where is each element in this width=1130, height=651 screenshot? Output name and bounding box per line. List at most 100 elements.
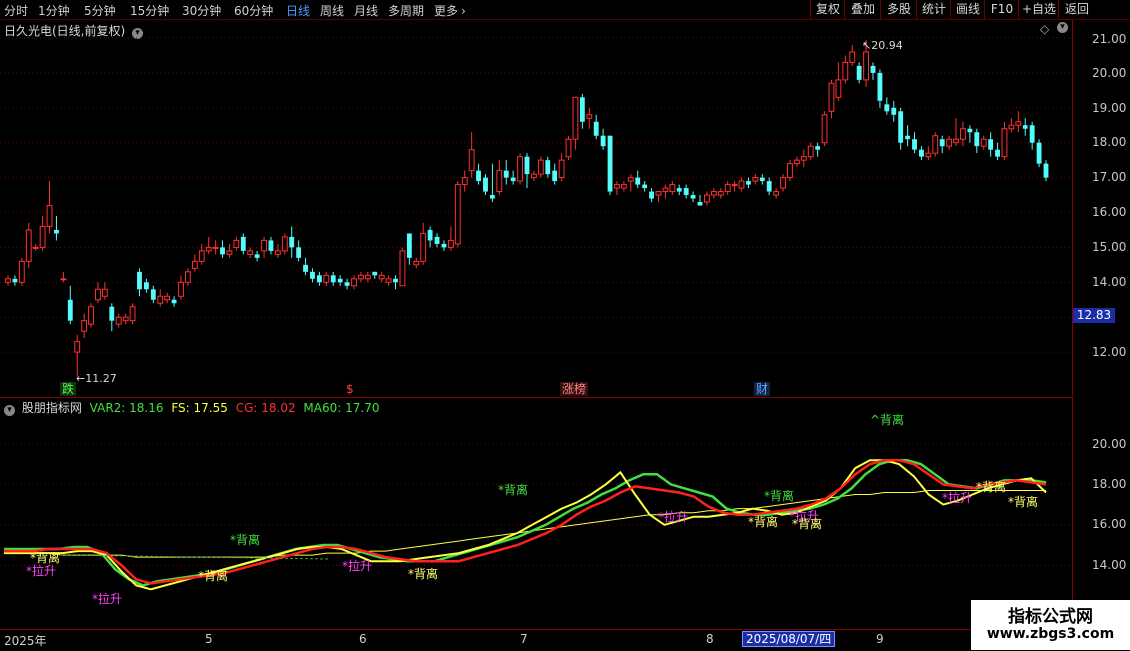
candle-body (738, 180, 745, 189)
candle-body (1043, 163, 1049, 178)
period-tab-intraday[interactable]: 分时 (4, 2, 28, 19)
annotation: *背离 (498, 483, 529, 497)
candle-body (364, 274, 371, 280)
candle-body (793, 159, 800, 165)
period-tab-weekly[interactable]: 周线 (320, 2, 344, 19)
candle-body (752, 177, 759, 182)
period-tab-5min[interactable]: 5分钟 (84, 2, 116, 19)
annotation: *背离 (976, 480, 1007, 494)
candle-body (303, 264, 308, 272)
period-tab-multi[interactable]: 多周期 (388, 2, 424, 19)
period-tab-more[interactable]: 更多 › (434, 2, 466, 19)
indicator-tick: 18.00 (1092, 477, 1127, 491)
period-tab-30min[interactable]: 30分钟 (182, 2, 221, 19)
candle-body (268, 240, 274, 251)
candle-body (1029, 125, 1035, 143)
candle-body (835, 79, 842, 98)
candlestick-chart[interactable] (0, 20, 1072, 396)
f10-button[interactable]: F10 (984, 0, 1019, 19)
period-tab-1min[interactable]: 1分钟 (38, 2, 70, 19)
event-tag-finance[interactable]: 财 (754, 382, 771, 396)
back-button[interactable]: 返回 (1058, 0, 1095, 19)
candle-body (787, 163, 793, 179)
indicator-tick: 14.00 (1092, 558, 1127, 572)
candle-body (932, 135, 939, 154)
candle-body (627, 177, 634, 182)
candle-body (821, 114, 828, 144)
candle-body (95, 288, 101, 301)
candle-body (281, 236, 288, 252)
adjust-button[interactable]: 复权 (810, 0, 845, 19)
event-tag-fall[interactable]: 跌 (60, 382, 77, 396)
annotation: *背离 (748, 515, 779, 529)
date-tick: 9 (876, 632, 884, 646)
price-tick: 14.00 (1092, 275, 1127, 289)
candle-body (579, 97, 585, 122)
candle-body (988, 139, 994, 150)
annotation: *背离 (1008, 495, 1039, 509)
annotation: *拉升 (942, 491, 973, 505)
candle-body (642, 184, 648, 189)
event-tag-dollar[interactable]: $ (344, 382, 356, 396)
candle-body (807, 145, 814, 158)
candle-body (233, 239, 240, 248)
period-tab-monthly[interactable]: 月线 (354, 2, 378, 19)
candle-body (296, 247, 302, 258)
candle-body (731, 184, 738, 187)
period-tab-daily[interactable]: 日线 (286, 2, 310, 19)
candle-body (717, 191, 724, 196)
candle-body (724, 184, 731, 193)
annotation: *拉升 (26, 564, 57, 578)
draw-line-button[interactable]: 画线 (950, 0, 985, 19)
statistics-button[interactable]: 统计 (916, 0, 951, 19)
candle-body (101, 288, 108, 297)
high-value: 20.94 (871, 39, 903, 52)
period-tab-60min[interactable]: 60分钟 (234, 2, 273, 19)
candle-body (496, 170, 503, 193)
candle-body (1015, 121, 1022, 126)
candle-body (746, 181, 751, 185)
candle-body (441, 243, 447, 248)
candle-body (226, 250, 233, 255)
candle-body (780, 177, 786, 189)
candle-body (1036, 142, 1042, 164)
candle-body (468, 149, 475, 172)
candle-body (454, 184, 461, 245)
price-tick: 17.00 (1092, 170, 1127, 184)
candle-body (122, 316, 129, 322)
multi-stock-button[interactable]: 多股 (880, 0, 917, 19)
candle-body (870, 65, 876, 73)
candle-body (690, 195, 696, 199)
candle-body (67, 299, 73, 321)
candle-body (530, 173, 537, 179)
date-tick: 6 (359, 632, 367, 646)
candle-body (649, 191, 654, 199)
candle-body (393, 278, 398, 283)
candle-body (461, 177, 468, 186)
candle-body (385, 278, 392, 283)
overlay-button[interactable]: 叠加 (844, 0, 881, 19)
candle-body (178, 281, 184, 297)
candle-body (5, 278, 11, 283)
candle-body (710, 191, 717, 196)
candle-body (683, 188, 689, 196)
cursor-date-label: 2025/08/07/四 (742, 631, 836, 647)
candle-body (662, 187, 669, 193)
candle-body (828, 82, 835, 112)
period-toolbar: 分时 1分钟 5分钟 15分钟 30分钟 60分钟 日线 周线 月线 多周期 更… (0, 0, 1130, 20)
price-tick: 12.00 (1092, 345, 1127, 359)
indicator-chart[interactable] (0, 398, 1072, 629)
candle-body (191, 260, 198, 269)
candle-body (614, 184, 620, 189)
candle-body (849, 51, 856, 63)
add-watchlist-button[interactable]: +自选 (1018, 0, 1059, 19)
candle-body (143, 282, 149, 290)
period-tab-15min[interactable]: 15分钟 (130, 2, 169, 19)
candle-body (759, 177, 765, 182)
price-tick: 21.00 (1092, 32, 1127, 46)
candle-body (205, 246, 212, 252)
candle-body (545, 160, 551, 175)
candle-body (635, 177, 641, 185)
event-tag-toplist[interactable]: 涨榜 (560, 382, 589, 396)
candle-body (129, 306, 136, 322)
